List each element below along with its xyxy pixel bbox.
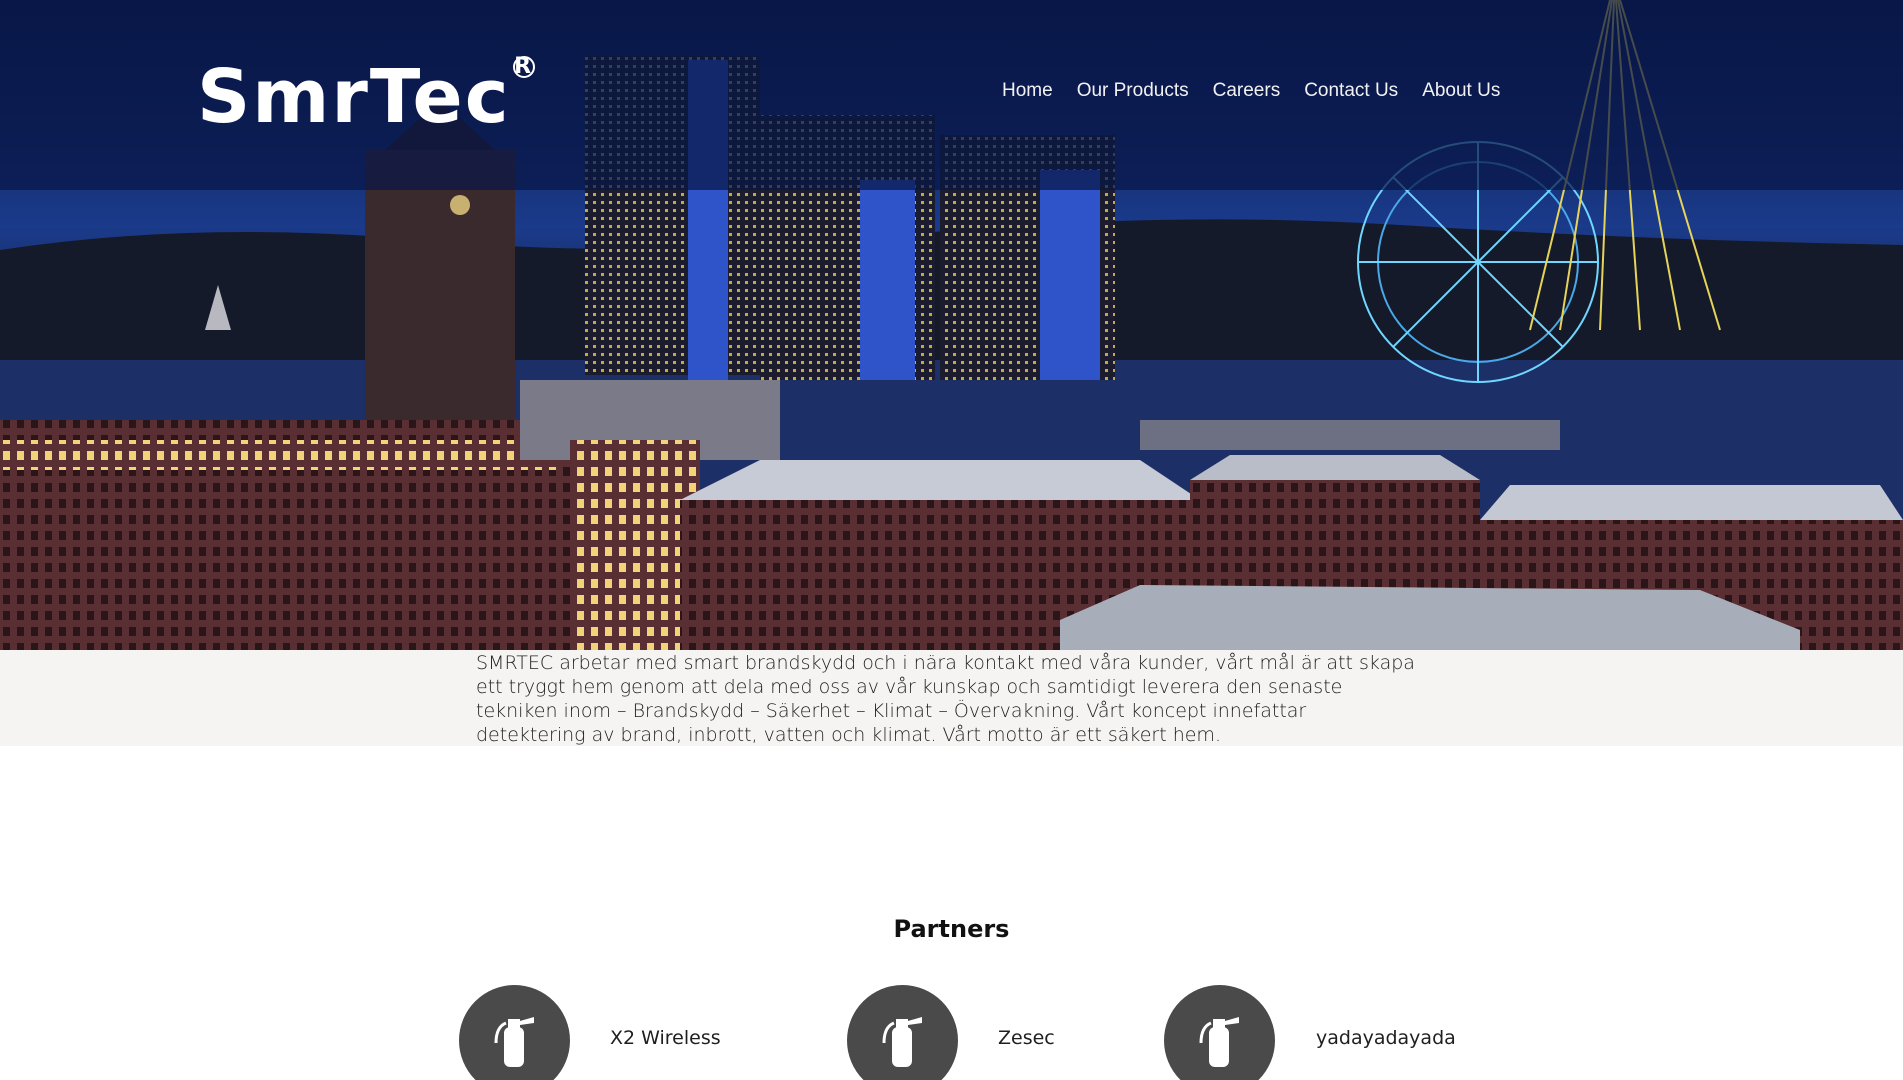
partner-card[interactable]: X2 Wireless	[459, 985, 721, 1080]
fire-extinguisher-icon	[882, 1016, 922, 1067]
logo-text: SmrTec	[197, 54, 511, 140]
main-nav: Home Our Products Careers Contact Us Abo…	[990, 80, 1512, 102]
registered-mark-icon: R	[512, 54, 535, 79]
partners-heading: Partners	[893, 915, 1010, 943]
hero-banner: SmrTec R Home Our Products Careers Conta…	[0, 0, 1903, 650]
partner-card[interactable]: Zesec	[847, 985, 1055, 1080]
nav-our-products[interactable]: Our Products	[1065, 80, 1201, 102]
nav-contact-us[interactable]: Contact Us	[1292, 80, 1410, 102]
intro-paragraph: SMRTEC arbetar med smart brandskydd och …	[476, 652, 1415, 746]
partner-card[interactable]: yadayadayada	[1164, 985, 1456, 1080]
fire-extinguisher-icon	[1199, 1016, 1239, 1067]
nav-careers[interactable]: Careers	[1201, 80, 1293, 102]
partner-name: yadayadayada	[1316, 1027, 1456, 1049]
partner-icon-circle	[847, 985, 958, 1080]
nav-about-us[interactable]: About Us	[1410, 80, 1512, 102]
partner-name: X2 Wireless	[610, 1027, 721, 1049]
smrtec-logo[interactable]: SmrTec R	[197, 54, 535, 140]
partner-icon-circle	[1164, 985, 1275, 1080]
partner-icon-circle	[459, 985, 570, 1080]
fire-extinguisher-icon	[494, 1016, 534, 1067]
partner-name: Zesec	[998, 1027, 1055, 1049]
nav-home[interactable]: Home	[990, 80, 1065, 102]
